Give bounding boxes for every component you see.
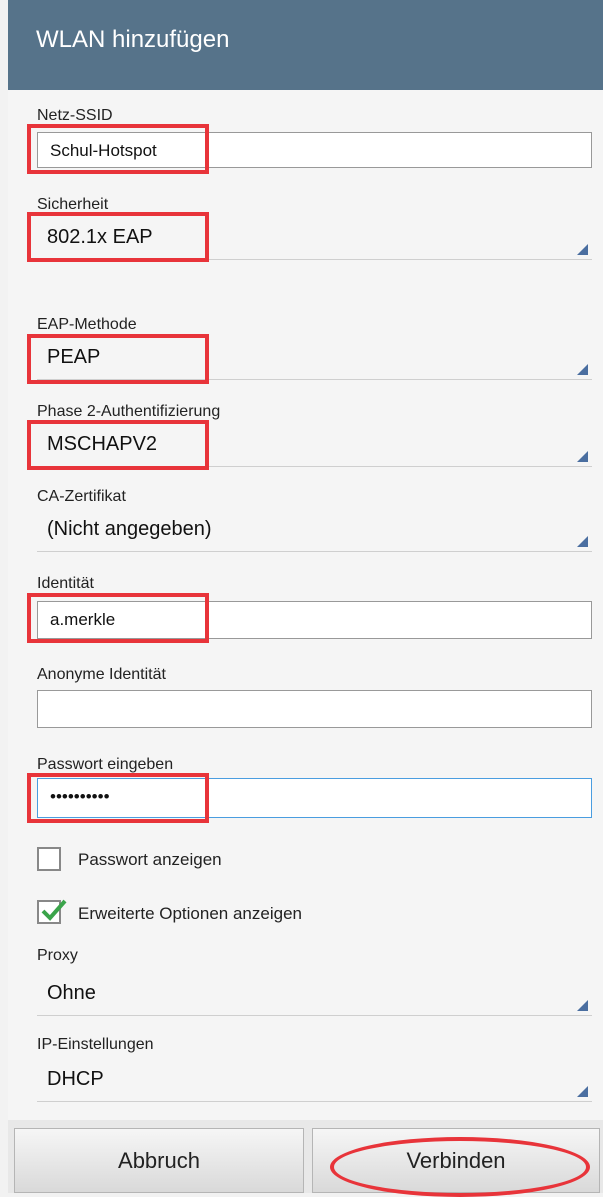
show-password-label[interactable]: Passwort anzeigen	[78, 850, 222, 870]
proxy-select[interactable]: Ohne	[37, 972, 592, 1016]
anon-identity-label: Anonyme Identität	[37, 666, 166, 683]
ca-cert-select[interactable]: (Nicht angegeben)	[37, 508, 592, 552]
proxy-value: Ohne	[47, 982, 96, 1004]
identity-highlight	[27, 593, 209, 643]
dropdown-arrow-icon	[577, 1086, 588, 1097]
ip-settings-value: DHCP	[47, 1068, 104, 1090]
ca-cert-label: CA-Zertifikat	[37, 488, 126, 505]
dropdown-arrow-icon	[577, 364, 588, 375]
eap-method-highlight	[27, 334, 209, 384]
connect-highlight	[330, 1137, 590, 1197]
dropdown-arrow-icon	[577, 244, 588, 255]
show-password-checkbox[interactable]	[37, 847, 61, 871]
proxy-label: Proxy	[37, 947, 78, 964]
ssid-highlight	[27, 124, 209, 174]
dropdown-arrow-icon	[577, 536, 588, 547]
title-bar: WLAN hinzufügen	[8, 0, 603, 90]
phase2-label: Phase 2-Authentifizierung	[37, 403, 221, 420]
advanced-options-checkbox[interactable]	[37, 899, 67, 924]
advanced-options-label[interactable]: Erweiterte Optionen anzeigen	[78, 904, 302, 924]
security-highlight	[27, 212, 209, 262]
phase2-highlight	[27, 420, 209, 470]
ip-settings-select[interactable]: DHCP	[37, 1058, 592, 1102]
ssid-label: Netz-SSID	[37, 107, 113, 124]
dropdown-arrow-icon	[577, 451, 588, 462]
eap-method-label: EAP-Methode	[37, 316, 137, 333]
ip-settings-label: IP-Einstellungen	[37, 1036, 154, 1053]
password-label: Passwort eingeben	[37, 756, 174, 773]
identity-label: Identität	[37, 575, 94, 592]
anon-identity-input[interactable]	[37, 690, 592, 728]
password-highlight	[27, 773, 209, 823]
dropdown-arrow-icon	[577, 1000, 588, 1011]
ca-cert-value: (Nicht angegeben)	[47, 518, 212, 540]
checkmark-icon	[41, 899, 67, 921]
dialog-title: WLAN hinzufügen	[36, 26, 230, 53]
cancel-button[interactable]: Abbruch	[14, 1128, 304, 1193]
